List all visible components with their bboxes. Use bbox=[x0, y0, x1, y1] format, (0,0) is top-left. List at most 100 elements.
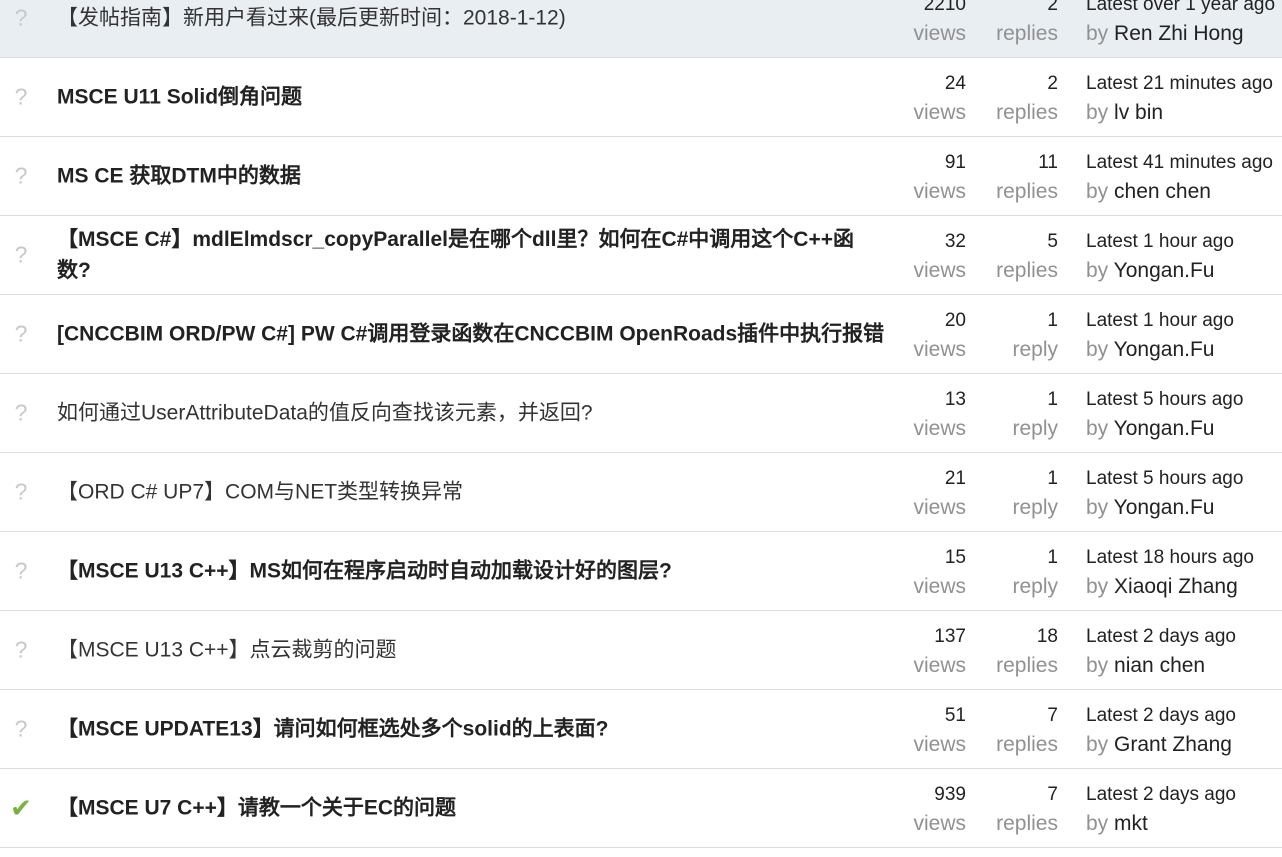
topic-row[interactable]: ? 【ORD C# UP7】COM与NET类型转换异常 21 views 1 reply L… bbox=[0, 453, 1282, 532]
last-poster: by Yongan.Fu bbox=[1086, 416, 1214, 442]
views-label: views bbox=[913, 259, 966, 282]
checkmark-icon: ✔ bbox=[10, 793, 32, 823]
latest-activity-link[interactable]: Latest 1 hour ago bbox=[1086, 308, 1234, 334]
latest-activity-link[interactable]: Latest 41 minutes ago bbox=[1086, 150, 1273, 176]
by-label: by bbox=[1086, 812, 1109, 835]
question-icon: ? bbox=[14, 636, 28, 663]
views-count: 137 bbox=[934, 626, 966, 647]
topic-title-link[interactable]: 如何通过UserAttributeData的值反向查找该元素，并返回? bbox=[57, 398, 887, 429]
topic-title-link[interactable]: MSCE U11 Solid倒角问题 bbox=[57, 82, 887, 113]
author-link[interactable]: Yongan.Fu bbox=[1114, 417, 1215, 440]
last-poster: by lv bin bbox=[1086, 100, 1163, 126]
topic-row[interactable]: ? [CNCCBIM ORD/PW C#] PW C#调用登录函数在CNCCBIM… bbox=[0, 295, 1282, 374]
topic-row[interactable]: ✔ 【MSCE U7 C++】请教一个关于EC的问题 939 views 7 replie… bbox=[0, 769, 1282, 848]
by-label: by bbox=[1086, 496, 1109, 519]
latest-activity-link[interactable]: Latest 18 hours ago bbox=[1086, 545, 1254, 571]
by-label: by bbox=[1086, 733, 1109, 756]
replies-label: replies bbox=[996, 812, 1058, 835]
replies-count: 5 bbox=[1047, 231, 1058, 252]
topic-row[interactable]: ? 【MSCE U13 C++】点云裁剪的问题 137 views 18 replies L… bbox=[0, 611, 1282, 690]
topic-title-link[interactable]: MS CE 获取DTM中的数据 bbox=[57, 161, 887, 192]
author-link[interactable]: mkt bbox=[1114, 812, 1148, 835]
topic-title-link[interactable]: 【MSCE U13 C++】MS如何在程序启动时自动加载设计好的图层? bbox=[57, 556, 887, 587]
topic-title-link[interactable]: 【MSCE C#】mdlElmdscr_copyParallel是在哪个dll里… bbox=[57, 224, 887, 286]
replies-count: 18 bbox=[1036, 626, 1058, 647]
last-poster: by Yongan.Fu bbox=[1086, 337, 1214, 363]
question-icon: ? bbox=[14, 83, 28, 110]
topic-row[interactable]: ? MS CE 获取DTM中的数据 91 views 11 replies Latest 4… bbox=[0, 137, 1282, 216]
last-poster: by Xiaoqi Zhang bbox=[1086, 574, 1238, 600]
question-icon: ? bbox=[14, 320, 28, 347]
replies-count: 2 bbox=[1047, 73, 1058, 94]
views-label: views bbox=[913, 338, 966, 361]
last-poster: by nian chen bbox=[1086, 653, 1205, 679]
latest-activity-link[interactable]: Latest 5 hours ago bbox=[1086, 387, 1243, 413]
replies-label: reply bbox=[1012, 575, 1058, 598]
topic-title-link[interactable]: [CNCCBIM ORD/PW C#] PW C#调用登录函数在CNCCBIM … bbox=[57, 319, 887, 350]
by-label: by bbox=[1086, 338, 1109, 361]
views-count: 91 bbox=[944, 152, 966, 173]
latest-activity-link[interactable]: Latest 1 hour ago bbox=[1086, 229, 1234, 255]
author-link[interactable]: chen chen bbox=[1114, 180, 1211, 203]
topic-row[interactable]: ? 【MSCE C#】mdlElmdscr_copyParallel是在哪个dll… bbox=[0, 216, 1282, 295]
replies-label: replies bbox=[996, 180, 1058, 203]
last-poster: by Yongan.Fu bbox=[1086, 495, 1214, 521]
replies-count: 1 bbox=[1047, 547, 1058, 568]
topic-row[interactable]: ? MSCE U11 Solid倒角问题 24 views 2 replies Latest… bbox=[0, 58, 1282, 137]
replies-count: 2 bbox=[1047, 0, 1058, 15]
topic-title-link[interactable]: 【MSCE UPDATE13】请问如何框选处多个solid的上表面? bbox=[57, 714, 887, 745]
latest-activity-link[interactable]: Latest 2 days ago bbox=[1086, 624, 1236, 650]
author-link[interactable]: Yongan.Fu bbox=[1114, 496, 1215, 519]
topic-title-link[interactable]: 【MSCE U7 C++】请教一个关于EC的问题 bbox=[57, 793, 887, 824]
latest-activity-link[interactable]: Latest 21 minutes ago bbox=[1086, 71, 1273, 97]
replies-label: replies bbox=[996, 259, 1058, 282]
views-label: views bbox=[913, 575, 966, 598]
views-count: 24 bbox=[944, 73, 966, 94]
author-link[interactable]: lv bin bbox=[1114, 101, 1163, 124]
views-count: 2210 bbox=[923, 0, 966, 15]
views-label: views bbox=[913, 812, 966, 835]
replies-label: replies bbox=[996, 22, 1058, 45]
replies-count: 7 bbox=[1047, 705, 1058, 726]
views-label: views bbox=[913, 101, 966, 124]
author-link[interactable]: nian chen bbox=[1114, 654, 1205, 677]
views-count: 939 bbox=[934, 784, 966, 805]
latest-activity-link[interactable]: Latest 2 days ago bbox=[1086, 782, 1236, 808]
topic-title-link[interactable]: 【发帖指南】新用户看过来(最后更新时间：2018-1-12) bbox=[57, 3, 887, 34]
question-icon: ? bbox=[14, 557, 28, 584]
author-link[interactable]: Grant Zhang bbox=[1114, 733, 1232, 756]
replies-count: 11 bbox=[1038, 152, 1058, 173]
replies-count: 1 bbox=[1047, 389, 1058, 410]
question-icon: ? bbox=[14, 162, 28, 189]
by-label: by bbox=[1086, 180, 1109, 203]
topic-title-link[interactable]: 【MSCE U13 C++】点云裁剪的问题 bbox=[57, 635, 887, 666]
by-label: by bbox=[1086, 259, 1109, 282]
topic-list: ? 【发帖指南】新用户看过来(最后更新时间：2018-1-12) 2210 views… bbox=[0, 0, 1282, 848]
replies-count: 1 bbox=[1047, 468, 1058, 489]
latest-activity-link[interactable]: Latest 5 hours ago bbox=[1086, 466, 1243, 492]
latest-activity-link[interactable]: Latest over 1 year ago bbox=[1086, 0, 1275, 18]
author-link[interactable]: Yongan.Fu bbox=[1114, 338, 1215, 361]
question-icon: ? bbox=[14, 478, 28, 505]
replies-count: 7 bbox=[1047, 784, 1058, 805]
views-count: 32 bbox=[944, 231, 966, 252]
topic-row[interactable]: ? 【发帖指南】新用户看过来(最后更新时间：2018-1-12) 2210 views… bbox=[0, 0, 1282, 58]
author-link[interactable]: Xiaoqi Zhang bbox=[1114, 575, 1238, 598]
views-count: 51 bbox=[944, 705, 966, 726]
views-label: views bbox=[913, 22, 966, 45]
replies-label: replies bbox=[996, 101, 1058, 124]
replies-label: reply bbox=[1012, 338, 1058, 361]
author-link[interactable]: Yongan.Fu bbox=[1114, 259, 1215, 282]
topic-row[interactable]: ? 如何通过UserAttributeData的值反向查找该元素，并返回? 13 vi… bbox=[0, 374, 1282, 453]
topic-row[interactable]: ? 【MSCE U13 C++】MS如何在程序启动时自动加载设计好的图层? 15 vi… bbox=[0, 532, 1282, 611]
by-label: by bbox=[1086, 101, 1109, 124]
question-icon: ? bbox=[14, 241, 28, 268]
replies-label: replies bbox=[996, 733, 1058, 756]
author-link[interactable]: Ren Zhi Hong bbox=[1114, 22, 1244, 45]
views-count: 20 bbox=[944, 310, 966, 331]
latest-activity-link[interactable]: Latest 2 days ago bbox=[1086, 703, 1236, 729]
last-poster: by Yongan.Fu bbox=[1086, 258, 1214, 284]
last-poster: by mkt bbox=[1086, 811, 1148, 837]
topic-row[interactable]: ? 【MSCE UPDATE13】请问如何框选处多个solid的上表面? 51 vie… bbox=[0, 690, 1282, 769]
topic-title-link[interactable]: 【ORD C# UP7】COM与NET类型转换异常 bbox=[57, 477, 887, 508]
